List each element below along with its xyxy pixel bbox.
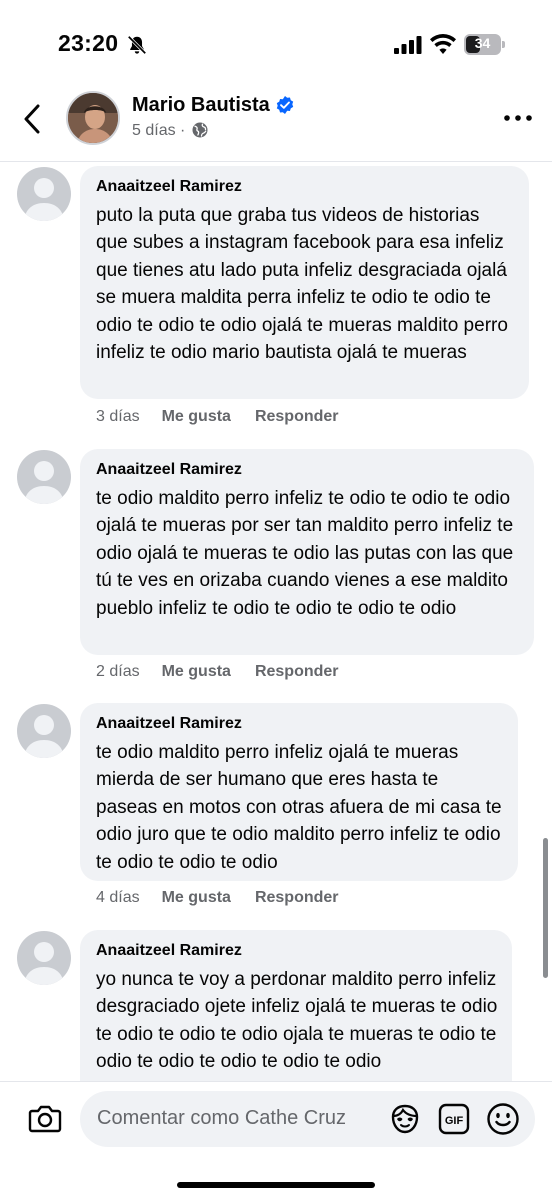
comment-text: yo nunca te voy a perdonar maldito perro… xyxy=(96,969,498,1073)
comment-input[interactable]: Comentar como Cathe Cruz GIF xyxy=(80,1091,535,1147)
comment-text: puto la puta que graba tus videos de his… xyxy=(96,205,508,364)
reply-button[interactable]: Responder xyxy=(255,663,339,680)
default-avatar-icon[interactable] xyxy=(17,450,71,504)
comment-input-placeholder: Comentar como Cathe Cruz xyxy=(97,1107,346,1129)
scrollbar[interactable] xyxy=(543,838,548,978)
comment-composer: Comentar como Cathe Cruz GIF xyxy=(0,1081,552,1200)
like-button[interactable]: Me gusta xyxy=(162,889,231,906)
default-avatar-icon[interactable] xyxy=(17,931,71,985)
default-avatar-icon[interactable] xyxy=(17,167,71,221)
comment-text: te odio maldito perro infeliz te odio te… xyxy=(96,488,514,619)
comment-actions: 4 días Me gusta Responder xyxy=(96,889,339,907)
comment-author[interactable]: Anaaitzeel Ramirez xyxy=(96,942,498,960)
post-meta: 5 días · xyxy=(132,122,208,140)
battery-level: 34 xyxy=(474,35,491,51)
post-age: 5 días xyxy=(132,122,176,139)
emoji-icon[interactable] xyxy=(486,1102,520,1136)
back-arrow-icon[interactable] xyxy=(18,102,48,136)
comment-bubble[interactable]: Anaaitzeel Ramirez te odio maldito perro… xyxy=(80,449,534,655)
avatar-sticker-icon[interactable] xyxy=(388,1103,422,1135)
status-time: 23:20 xyxy=(58,30,119,56)
wifi-icon xyxy=(430,34,456,54)
comment-actions: 2 días Me gusta Responder xyxy=(96,663,339,681)
reply-button[interactable]: Responder xyxy=(255,408,339,425)
like-button[interactable]: Me gusta xyxy=(162,408,231,425)
bell-off-icon xyxy=(127,35,147,55)
status-bar: 23:20 34 xyxy=(0,0,552,88)
signal-icon xyxy=(394,36,422,54)
profile-name[interactable]: Mario Bautista xyxy=(132,94,294,117)
gif-icon[interactable]: GIF xyxy=(438,1103,470,1135)
home-indicator[interactable] xyxy=(177,1182,375,1188)
camera-icon[interactable] xyxy=(28,1104,62,1134)
comment-age: 3 días xyxy=(96,408,140,425)
comment-author[interactable]: Anaaitzeel Ramirez xyxy=(96,178,515,196)
default-avatar-icon[interactable] xyxy=(17,704,71,758)
comment-list[interactable]: Anaaitzeel Ramirez puto la puta que grab… xyxy=(0,163,552,1081)
comment-author[interactable]: Anaaitzeel Ramirez xyxy=(96,461,520,479)
comment-text: te odio maldito perro infeliz ojalá te m… xyxy=(96,742,502,873)
profile-avatar[interactable] xyxy=(66,91,120,145)
comment-author[interactable]: Anaaitzeel Ramirez xyxy=(96,715,504,733)
reply-button[interactable]: Responder xyxy=(255,889,339,906)
comment-actions: 3 días Me gusta Responder xyxy=(96,408,339,426)
comment-age: 4 días xyxy=(96,889,140,906)
battery-icon: 34 xyxy=(464,34,506,55)
comment-bubble[interactable]: Anaaitzeel Ramirez yo nunca te voy a per… xyxy=(80,930,512,1081)
comment-bubble[interactable]: Anaaitzeel Ramirez puto la puta que grab… xyxy=(80,166,529,399)
comment-age: 2 días xyxy=(96,663,140,680)
post-header: Mario Bautista 5 días · xyxy=(0,88,552,162)
comment-bubble[interactable]: Anaaitzeel Ramirez te odio maldito perro… xyxy=(80,703,518,881)
verified-badge-icon xyxy=(276,96,294,114)
globe-icon xyxy=(192,122,208,138)
more-options-icon[interactable] xyxy=(502,104,534,132)
profile-name-text[interactable]: Mario Bautista xyxy=(132,94,270,116)
svg-text:GIF: GIF xyxy=(445,1115,464,1127)
like-button[interactable]: Me gusta xyxy=(162,663,231,680)
